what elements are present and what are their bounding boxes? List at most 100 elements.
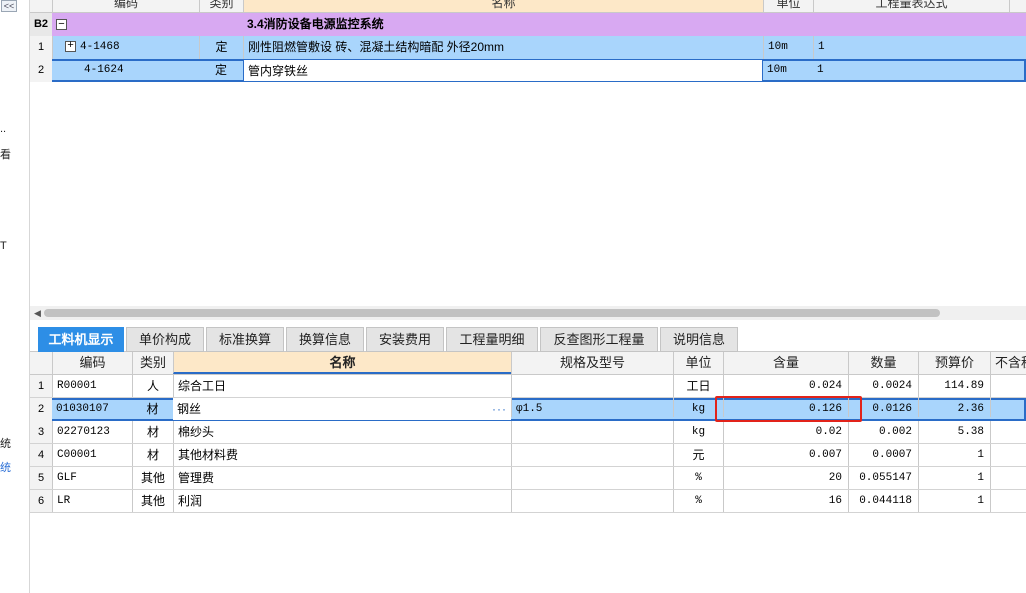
horizontal-scrollbar[interactable]: ◀: [30, 306, 1026, 320]
resource-code[interactable]: R00001: [52, 375, 132, 397]
resource-row[interactable]: 4 C00001 材 其他材料费 元 0.007 0.0007 1: [30, 444, 1026, 467]
quota-code[interactable]: +4-1468: [52, 36, 199, 59]
resource-budget-price[interactable]: 1: [918, 490, 990, 512]
tab-quantity-details[interactable]: 工程量明细: [446, 327, 538, 352]
resource-category[interactable]: 其他: [132, 467, 173, 489]
scroll-left-arrow-icon[interactable]: ◀: [34, 308, 41, 319]
resource-budget-price[interactable]: 1: [918, 467, 990, 489]
row-number: 1: [30, 375, 52, 397]
header-code[interactable]: 编码: [52, 0, 199, 12]
tab-description-info[interactable]: 说明信息: [660, 327, 738, 352]
resource-code[interactable]: 01030107: [52, 398, 132, 417]
quota-row[interactable]: 1 +4-1468 定 刚性阻燃管敷设 砖、混凝土结构暗配 外径20mm 10m…: [30, 36, 1026, 59]
resource-spec[interactable]: [511, 375, 673, 397]
tab-conversion-info[interactable]: 换算信息: [286, 327, 364, 352]
resource-unit[interactable]: %: [673, 490, 723, 512]
header-quantity-expr[interactable]: 工程量表达式: [813, 0, 1009, 12]
header-spec[interactable]: 规格及型号: [511, 352, 673, 374]
header-unit[interactable]: 单位: [673, 352, 723, 374]
resource-name-editor[interactable]: 钢丝 ···: [173, 398, 511, 420]
resource-row[interactable]: 3 02270123 材 棉纱头 kg 0.02 0.002 5.38: [30, 421, 1026, 444]
quota-code[interactable]: 4-1624: [52, 59, 199, 78]
header-name[interactable]: 名称: [173, 352, 511, 374]
resource-category[interactable]: 材: [132, 421, 173, 443]
resource-name[interactable]: 利润: [173, 490, 511, 512]
resource-spec[interactable]: [511, 421, 673, 443]
resource-category[interactable]: 材: [132, 398, 173, 417]
resource-spec[interactable]: [511, 444, 673, 466]
quota-name[interactable]: 刚性阻燃管敷设 砖、混凝土结构暗配 外径20mm: [243, 36, 763, 59]
quota-name-editor[interactable]: 管内穿铁丝: [243, 59, 763, 82]
resource-code[interactable]: GLF: [52, 467, 132, 489]
scrollbar-thumb[interactable]: [44, 309, 940, 317]
resource-spec[interactable]: φ1.5: [511, 398, 673, 417]
header-code[interactable]: 编码: [52, 352, 132, 374]
more-options-button[interactable]: ···: [492, 398, 507, 420]
truncated-link[interactable]: 统: [0, 459, 11, 475]
resource-budget-price[interactable]: 5.38: [918, 421, 990, 443]
tab-unit-price-breakdown[interactable]: 单价构成: [126, 327, 204, 352]
quota-category[interactable]: 定: [199, 36, 243, 59]
resource-budget-price[interactable]: 1: [918, 444, 990, 466]
resource-name[interactable]: 其他材料费: [173, 444, 511, 466]
resource-content[interactable]: 0.007: [723, 444, 848, 466]
resource-category[interactable]: 人: [132, 375, 173, 397]
resource-content[interactable]: 20: [723, 467, 848, 489]
quota-unit[interactable]: 10m: [763, 59, 813, 78]
resource-category[interactable]: 其他: [132, 490, 173, 512]
resource-tax-excluded[interactable]: [990, 467, 1026, 489]
resource-name[interactable]: 综合工日: [173, 375, 511, 397]
tab-installation-fees[interactable]: 安装费用: [366, 327, 444, 352]
header-content[interactable]: 含量: [723, 352, 848, 374]
resource-category[interactable]: 材: [132, 444, 173, 466]
resource-unit[interactable]: 元: [673, 444, 723, 466]
header-name[interactable]: 名称: [243, 0, 763, 12]
quota-category[interactable]: 定: [199, 59, 243, 78]
quota-quantity[interactable]: 1: [813, 59, 1009, 78]
resource-tax-excluded[interactable]: [990, 490, 1026, 512]
left-side-panel: << .. 看 T 统 统: [0, 0, 30, 593]
resource-name[interactable]: 管理费: [173, 467, 511, 489]
header-unit[interactable]: 单位: [763, 0, 813, 12]
resource-row[interactable]: 1 R00001 人 综合工日 工日 0.024 0.0024 114.89: [30, 375, 1026, 398]
collapse-icon[interactable]: −: [56, 19, 67, 31]
collapse-panel-button[interactable]: <<: [1, 0, 17, 12]
tab-reverse-graphic-quantity[interactable]: 反查图形工程量: [540, 327, 658, 352]
section-row[interactable]: B2 − 3.4消防设备电源监控系统: [30, 13, 1026, 36]
header-category[interactable]: 类别: [132, 352, 173, 374]
resource-content[interactable]: 16: [723, 490, 848, 512]
resource-tax-excluded[interactable]: [990, 398, 1026, 417]
section-toggle-cell[interactable]: −: [52, 13, 243, 36]
resource-spec[interactable]: [511, 490, 673, 512]
resource-row[interactable]: 6 LR 其他 利润 % 16 0.044118 1: [30, 490, 1026, 513]
quota-unit[interactable]: 10m: [763, 36, 813, 59]
resource-tax-excluded[interactable]: [990, 375, 1026, 397]
resource-content[interactable]: 0.02: [723, 421, 848, 443]
resource-unit[interactable]: %: [673, 467, 723, 489]
resource-code[interactable]: 02270123: [52, 421, 132, 443]
header-category[interactable]: 类别: [199, 0, 243, 12]
resource-row[interactable]: 5 GLF 其他 管理费 % 20 0.055147 1: [30, 467, 1026, 490]
header-quantity[interactable]: 数量: [848, 352, 918, 374]
quota-quantity[interactable]: 1: [813, 36, 1009, 59]
quota-row-selected[interactable]: 2 4-1624 定 管内穿铁丝 10m 1: [30, 59, 1026, 82]
tab-labor-material-machine[interactable]: 工料机显示: [38, 327, 124, 352]
resource-code[interactable]: LR: [52, 490, 132, 512]
resource-unit[interactable]: 工日: [673, 375, 723, 397]
resource-name[interactable]: 棉纱头: [173, 421, 511, 443]
resource-budget-price[interactable]: 114.89: [918, 375, 990, 397]
resource-row-selected[interactable]: 2 01030107 材 钢丝 ··· φ1.5 kg 0.126 0.0126…: [30, 398, 1026, 421]
resource-code[interactable]: C00001: [52, 444, 132, 466]
resource-tax-excluded[interactable]: [990, 444, 1026, 466]
resource-content[interactable]: 0.024: [723, 375, 848, 397]
resource-unit[interactable]: kg: [673, 421, 723, 443]
tab-standard-conversion[interactable]: 标准换算: [206, 327, 284, 352]
expand-icon[interactable]: +: [65, 40, 76, 52]
header-budget-price[interactable]: 预算价: [918, 352, 990, 374]
resource-content[interactable]: 0.126: [723, 398, 848, 417]
resource-spec[interactable]: [511, 467, 673, 489]
resource-tax-excluded[interactable]: [990, 421, 1026, 443]
resource-unit[interactable]: kg: [673, 398, 723, 417]
resource-budget-price[interactable]: 2.36: [918, 398, 990, 417]
header-tax-excluded[interactable]: 不含税: [990, 352, 1026, 374]
